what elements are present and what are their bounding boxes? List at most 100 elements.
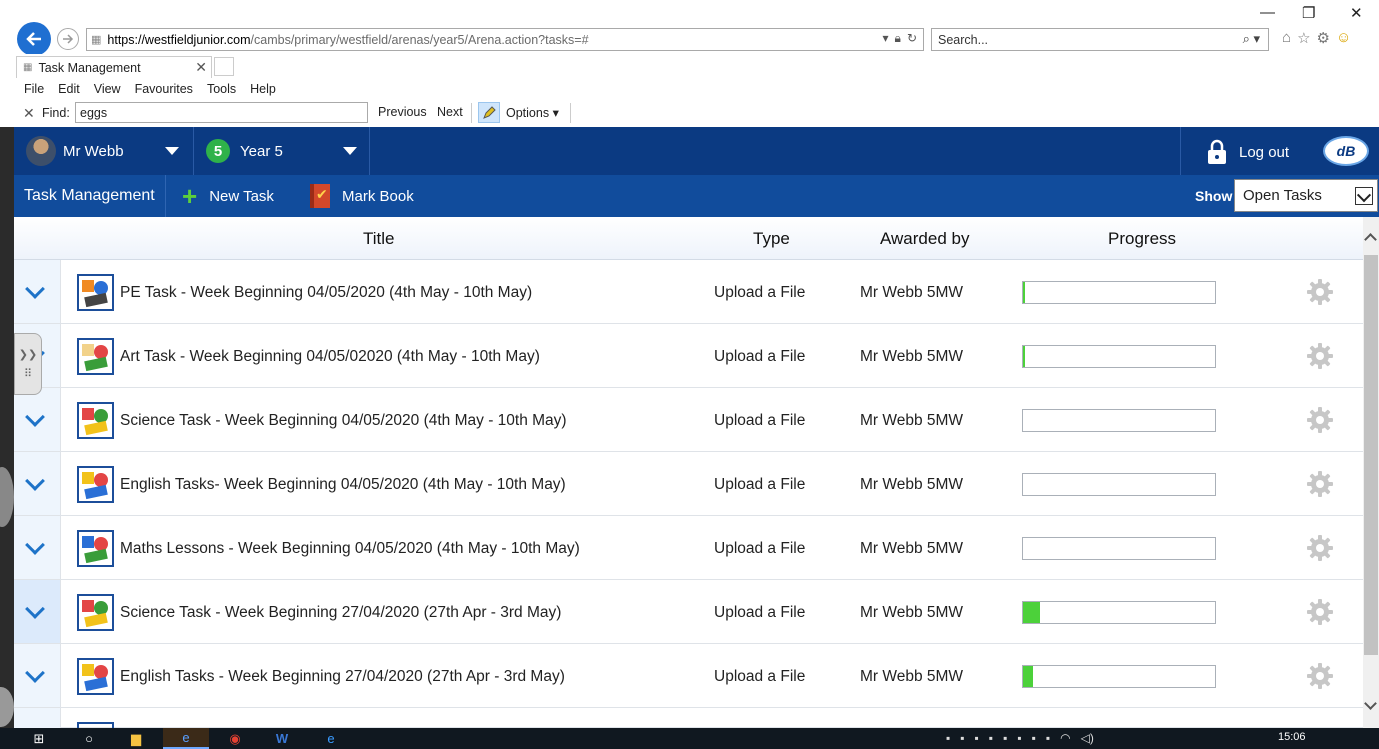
mark-book-label: Mark Book [342, 187, 414, 205]
find-next-button[interactable]: Next [437, 105, 463, 119]
address-tools: ▾ 🔒︎ ↻ [883, 31, 917, 46]
expand-row-button[interactable] [14, 516, 61, 579]
table-row[interactable] [14, 708, 1363, 728]
forward-button[interactable] [57, 28, 79, 50]
gear-icon[interactable] [1306, 278, 1334, 306]
task-title[interactable]: English Tasks- Week Beginning 04/05/2020… [120, 476, 566, 494]
column-header-title[interactable]: Title [363, 229, 395, 249]
table-row[interactable]: Maths Lessons - Week Beginning 04/05/202… [14, 516, 1363, 580]
scrollbar[interactable] [1363, 217, 1379, 728]
user-menu[interactable]: Mr Webb [14, 127, 194, 175]
task-title[interactable]: Science Task - Week Beginning 27/04/2020… [120, 604, 561, 622]
task-title[interactable]: Art Task - Week Beginning 04/05/02020 (4… [120, 348, 540, 366]
minimize-icon[interactable]: — [1260, 4, 1275, 21]
task-title[interactable]: Science Task - Week Beginning 04/05/2020… [120, 412, 567, 430]
tray-icon[interactable]: ▪ [1046, 731, 1050, 745]
table-row[interactable]: English Tasks - Week Beginning 27/04/202… [14, 644, 1363, 708]
tray-icon[interactable]: ▪ [1003, 731, 1007, 745]
smiley-icon[interactable]: ☺ [1336, 29, 1351, 47]
new-tab-button[interactable] [214, 57, 234, 76]
find-input[interactable]: eggs [75, 102, 368, 123]
tray-icon[interactable]: ▪ [989, 731, 993, 745]
search-input[interactable]: Search... ⌕ ▾ [931, 28, 1269, 51]
expand-row-button[interactable] [14, 260, 61, 323]
internet-explorer-icon[interactable]: e [163, 728, 209, 749]
find-options-button[interactable]: Options ▾ [506, 105, 559, 120]
tray-icon[interactable]: ▪ [946, 731, 950, 745]
find-bar: ✕ Find: eggs Previous Next Options ▾ [0, 100, 1379, 127]
side-panel-handle[interactable]: ❯❯ ⠿ [14, 333, 42, 395]
close-window-icon[interactable]: ✕ [1350, 4, 1363, 22]
back-button[interactable] [17, 22, 51, 56]
table-row[interactable]: Science Task - Week Beginning 04/05/2020… [14, 388, 1363, 452]
plus-icon: + [182, 181, 198, 211]
gear-icon[interactable] [1306, 470, 1334, 498]
logout-button[interactable]: Log out dB [1180, 127, 1379, 175]
mark-book-button[interactable]: Mark Book [310, 183, 414, 209]
new-task-button[interactable]: + New Task [182, 181, 274, 211]
column-header-progress[interactable]: Progress [1108, 229, 1176, 249]
menu-item[interactable]: Help [250, 82, 276, 96]
menu-item[interactable]: Favourites [135, 82, 193, 96]
task-title[interactable]: English Tasks - Week Beginning 27/04/202… [120, 668, 565, 686]
home-icon[interactable]: ⌂ [1282, 29, 1291, 47]
word-icon[interactable]: W [270, 728, 294, 749]
column-header-type[interactable]: Type [753, 229, 790, 249]
star-icon[interactable]: ☆ [1297, 29, 1310, 47]
tray-icon[interactable]: ▪ [1017, 731, 1021, 745]
restore-icon[interactable]: ❐ [1302, 4, 1315, 22]
gear-icon[interactable] [1306, 534, 1334, 562]
new-task-label: New Task [209, 187, 274, 205]
menu-item[interactable]: View [94, 82, 121, 96]
db-logo: dB [1323, 136, 1369, 166]
search-icon[interactable]: ⌕ ▾ [1243, 31, 1260, 47]
menu-item[interactable]: Tools [207, 82, 236, 96]
edge-icon[interactable]: e [320, 728, 342, 749]
menu-item[interactable]: Edit [58, 82, 80, 96]
tab-task-management[interactable]: ▦ Task Management ✕ [16, 56, 212, 78]
windows-start-icon[interactable]: ⊞ [28, 728, 50, 749]
search-icon[interactable]: ○ [78, 728, 100, 749]
table-row[interactable]: Science Task - Week Beginning 27/04/2020… [14, 580, 1363, 644]
chrome-icon[interactable]: ◉ [224, 728, 246, 749]
expand-row-button[interactable] [14, 580, 61, 643]
expand-row-button[interactable] [14, 708, 61, 728]
scroll-thumb[interactable] [1364, 255, 1378, 655]
tray-icon[interactable]: ▪ [1032, 731, 1036, 745]
column-header-awarded-by[interactable]: Awarded by [880, 229, 969, 249]
expand-row-button[interactable] [14, 388, 61, 451]
chevron-down-icon [25, 535, 45, 555]
task-type: Upload a File [714, 412, 806, 429]
year-menu[interactable]: 5 Year 5 [194, 127, 370, 175]
expand-row-button[interactable] [14, 452, 61, 515]
highlight-icon[interactable] [478, 102, 500, 123]
volume-icon[interactable]: ◁) [1081, 731, 1094, 745]
find-previous-button[interactable]: Previous [378, 105, 427, 119]
find-close-icon[interactable]: ✕ [23, 105, 35, 122]
task-title[interactable]: PE Task - Week Beginning 04/05/2020 (4th… [120, 284, 532, 302]
scroll-up-icon[interactable] [1364, 233, 1377, 246]
gear-icon[interactable] [1306, 662, 1334, 690]
table-row[interactable]: PE Task - Week Beginning 04/05/2020 (4th… [14, 260, 1363, 324]
show-select[interactable]: Open Tasks [1234, 179, 1378, 212]
task-list: PE Task - Week Beginning 04/05/2020 (4th… [14, 260, 1363, 728]
gear-icon[interactable]: ⚙ [1317, 29, 1330, 47]
tray-icon[interactable]: ▪ [975, 731, 979, 745]
expand-row-button[interactable] [14, 644, 61, 707]
file-explorer-icon[interactable]: ▆ [124, 728, 148, 749]
tab-close-icon[interactable]: ✕ [195, 59, 207, 76]
tray-icon[interactable]: ▪ [960, 731, 964, 745]
scroll-down-icon[interactable] [1364, 697, 1377, 710]
refresh-icon[interactable]: ↻ [907, 31, 917, 46]
gear-icon[interactable] [1306, 598, 1334, 626]
task-title[interactable]: Maths Lessons - Week Beginning 04/05/202… [120, 540, 580, 558]
table-row[interactable]: English Tasks- Week Beginning 04/05/2020… [14, 452, 1363, 516]
gear-icon[interactable] [1306, 342, 1334, 370]
table-row[interactable]: Art Task - Week Beginning 04/05/02020 (4… [14, 324, 1363, 388]
address-bar[interactable]: ▦ https://westfieldjunior.com/cambs/prim… [86, 28, 924, 51]
menu-item[interactable]: File [24, 82, 44, 96]
wifi-icon[interactable]: ◠ [1060, 731, 1070, 745]
dropdown-arrow-icon[interactable]: ▾ [883, 31, 889, 46]
chevron-down-icon [25, 599, 45, 619]
gear-icon[interactable] [1306, 406, 1334, 434]
